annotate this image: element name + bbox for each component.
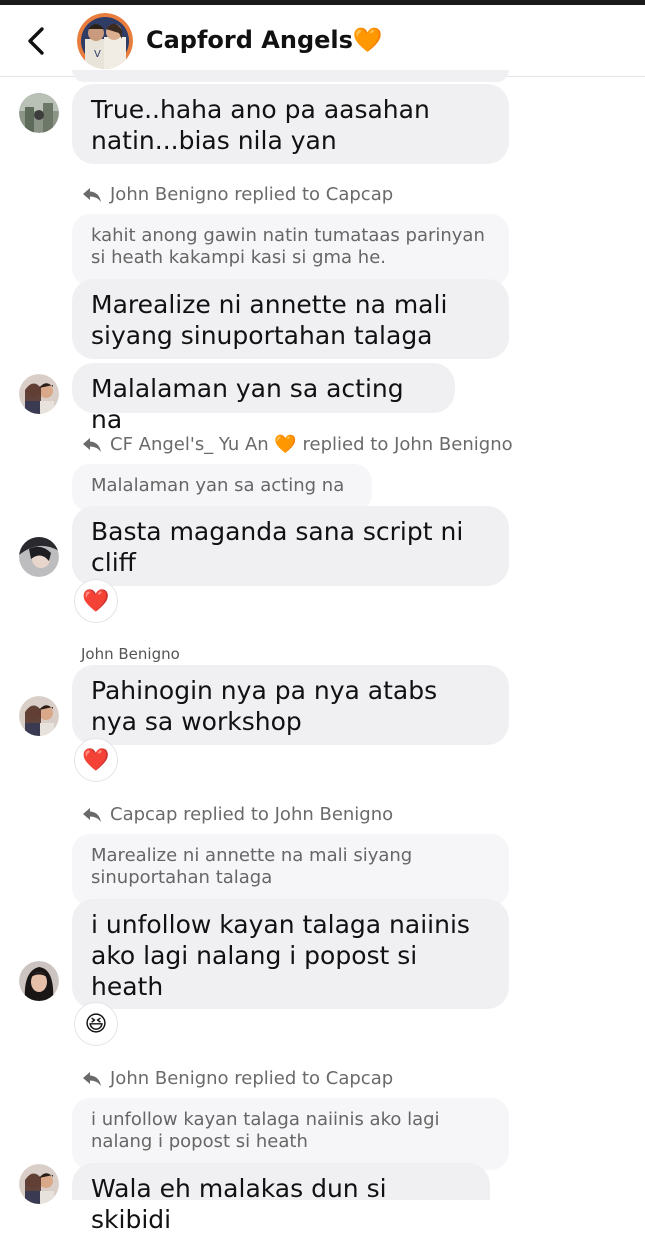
message-bubble-partial xyxy=(72,70,509,82)
reaction-badge[interactable]: 😆 xyxy=(74,1002,118,1046)
reply-icon xyxy=(83,807,101,822)
avatar[interactable] xyxy=(19,1164,59,1204)
message-text: Malalaman yan sa acting na xyxy=(91,374,404,434)
reply-icon xyxy=(83,187,101,202)
svg-text:V: V xyxy=(94,49,101,60)
heart-icon: ❤️ xyxy=(82,747,110,773)
quoted-text: kahit anong gawin natin tumataas parinya… xyxy=(91,225,485,268)
avatar[interactable] xyxy=(19,961,59,1001)
reply-label: Capcap replied to John Benigno xyxy=(110,804,394,825)
group-avatar[interactable]: V xyxy=(77,13,133,69)
quoted-text: i unfollow kayan talaga naiinis ako lagi… xyxy=(91,1109,440,1152)
reply-indicator: John Benigno replied to Capcap xyxy=(82,1068,393,1089)
reply-indicator: Capcap replied to John Benigno xyxy=(82,804,393,825)
message-text: Basta maganda sana script ni cliff xyxy=(91,517,464,577)
message-bubble[interactable]: True..haha ano pa aasahan natin...bias n… xyxy=(72,84,509,164)
message-bubble[interactable]: Pahinogin nya pa nya atabs nya sa worksh… xyxy=(72,665,509,745)
message-bubble[interactable]: i unfollow kayan talaga naiinis ako lagi… xyxy=(72,899,509,1009)
reply-label: John Benigno replied to Capcap xyxy=(110,184,394,205)
reply-indicator: John Benigno replied to Capcap xyxy=(82,184,393,205)
quoted-text: Malalaman yan sa acting na xyxy=(91,475,345,496)
avatar[interactable] xyxy=(19,374,59,414)
quoted-message[interactable]: i unfollow kayan talaga naiinis ako lagi… xyxy=(72,1098,509,1170)
reply-label: CF Angel's_ Yu An 🧡 replied to John Beni… xyxy=(110,434,513,455)
message-text: True..haha ano pa aasahan natin...bias n… xyxy=(91,95,430,155)
chevron-left-icon xyxy=(28,27,44,55)
reaction-badge[interactable]: ❤️ xyxy=(74,579,118,623)
message-bubble[interactable]: Wala eh malakas dun si skibidi xyxy=(72,1163,490,1234)
message-bubble[interactable]: Basta maganda sana script ni cliff xyxy=(72,506,509,586)
quoted-text: Marealize ni annette na mali siyang sinu… xyxy=(91,845,413,888)
message-text: Wala eh malakas dun si skibidi xyxy=(91,1174,387,1234)
avatar[interactable] xyxy=(19,93,59,133)
avatar[interactable] xyxy=(19,696,59,736)
sender-name: John Benigno xyxy=(81,645,180,663)
reply-label: John Benigno replied to Capcap xyxy=(110,1068,394,1089)
laughing-emoji-icon: 😆 xyxy=(84,1011,108,1037)
back-button[interactable] xyxy=(22,25,54,57)
reply-icon xyxy=(83,1071,101,1086)
chat-header: V Capford Angels🧡 xyxy=(0,5,645,77)
avatar[interactable] xyxy=(19,537,59,577)
quoted-message[interactable]: Malalaman yan sa acting na xyxy=(72,464,372,512)
heart-icon: ❤️ xyxy=(82,588,110,614)
message-bubble[interactable]: Marealize ni annette na mali siyang sinu… xyxy=(72,279,509,359)
message-text: Marealize ni annette na mali siyang sinu… xyxy=(91,290,448,350)
reaction-badge[interactable]: ❤️ xyxy=(74,738,118,782)
reply-indicator: CF Angel's_ Yu An 🧡 replied to John Beni… xyxy=(82,434,513,455)
message-text: Pahinogin nya pa nya atabs nya sa worksh… xyxy=(91,676,438,736)
group-title[interactable]: Capford Angels🧡 xyxy=(146,26,383,54)
reply-icon xyxy=(83,437,101,452)
quoted-message[interactable]: kahit anong gawin natin tumataas parinya… xyxy=(72,214,509,286)
message-text: i unfollow kayan talaga naiinis ako lagi… xyxy=(91,910,470,1001)
message-bubble[interactable]: Malalaman yan sa acting na xyxy=(72,363,455,434)
quoted-message[interactable]: Marealize ni annette na mali siyang sinu… xyxy=(72,834,509,906)
